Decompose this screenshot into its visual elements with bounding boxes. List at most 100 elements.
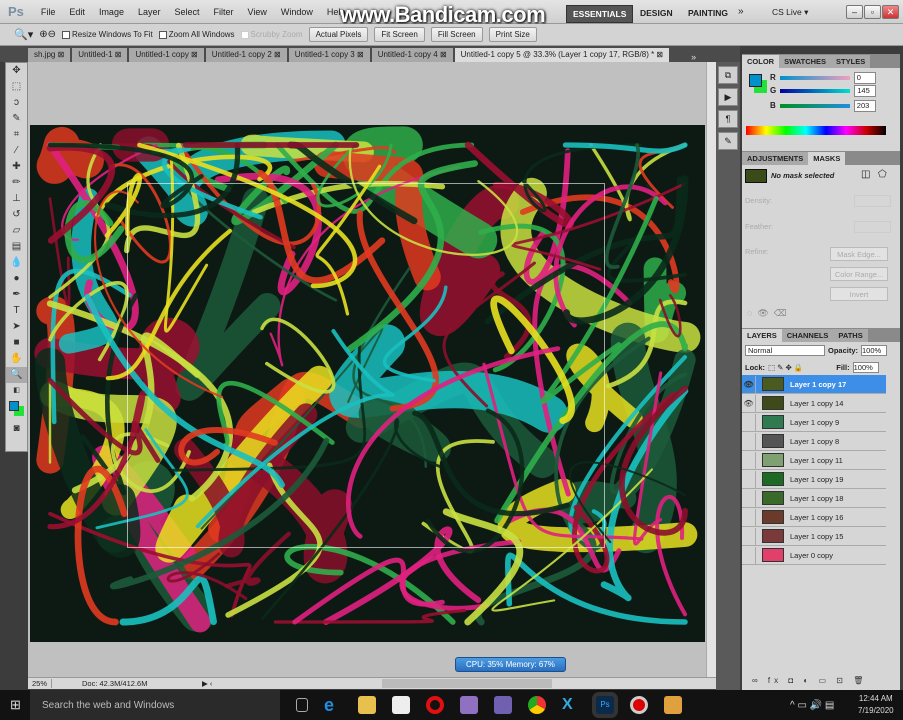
bandicam-icon[interactable] <box>630 696 648 714</box>
zoom-in-icon[interactable]: ⊕⊖ <box>39 29 56 40</box>
blue-slider[interactable]: B 203 <box>742 98 900 113</box>
stamp-tool-icon[interactable]: ⊥ <box>6 191 27 207</box>
lasso-tool-icon[interactable]: ↄ <box>6 95 27 111</box>
mask-footer-icons[interactable]: ◌ 👁 ⌫ <box>747 308 787 319</box>
workspace-design[interactable]: DESIGN <box>634 5 679 21</box>
app-icon-1[interactable] <box>460 696 478 714</box>
minimize-button[interactable]: – <box>846 5 863 19</box>
layer-row[interactable]: 👁 Layer 1 copy 14 <box>742 394 886 413</box>
layer-row[interactable]: Layer 1 copy 16 <box>742 508 886 527</box>
eye-icon[interactable]: 👁 <box>742 394 756 412</box>
taskbar-search[interactable]: Search the web and Windows <box>30 690 280 720</box>
visibility-toggle[interactable] <box>742 470 756 488</box>
menu-view[interactable]: View <box>240 7 273 17</box>
layer-row[interactable]: Layer 1 copy 18 <box>742 489 886 508</box>
marquee-tool-icon[interactable]: ⬚ <box>6 79 27 95</box>
zoom-all-checkbox[interactable]: Zoom All Windows <box>158 30 235 39</box>
gradient-tool-icon[interactable]: ▤ <box>6 239 27 255</box>
brush-tool-icon[interactable]: ✏ <box>6 175 27 191</box>
menu-layer[interactable]: Layer <box>131 7 168 17</box>
visibility-toggle[interactable] <box>742 527 756 545</box>
tab-paths[interactable]: PATHS <box>833 329 868 342</box>
visibility-toggle[interactable] <box>742 489 756 507</box>
foreground-color-swatch[interactable] <box>749 74 762 87</box>
quick-select-tool-icon[interactable]: ✎ <box>6 111 27 127</box>
workspace-painting[interactable]: PAINTING <box>682 5 734 21</box>
pixel-mask-icon[interactable]: ◫ <box>861 169 870 180</box>
layer-row[interactable]: Layer 1 copy 9 <box>742 413 886 432</box>
b-value[interactable]: 203 <box>853 99 876 112</box>
color-swatches-icon[interactable] <box>6 399 27 421</box>
color-spectrum[interactable] <box>746 126 886 135</box>
tab-untitled-1-copy-4[interactable]: Untitled-1 copy 4 ⊠ <box>371 48 453 62</box>
layer-row[interactable]: Layer 1 copy 15 <box>742 527 886 546</box>
task-view-icon[interactable] <box>296 698 308 712</box>
shape-tool-icon[interactable]: ■ <box>6 335 27 351</box>
tab-untitled-1[interactable]: Untitled-1 ⊠ <box>72 48 128 62</box>
tab-sh-jpg[interactable]: sh.jpg ⊠ <box>28 48 71 62</box>
default-colors-icon[interactable]: ◧ <box>6 383 27 399</box>
tab-channels[interactable]: CHANNELS <box>781 329 834 342</box>
store-icon[interactable] <box>392 696 410 714</box>
mask-edge-button[interactable]: Mask Edge... <box>830 247 888 261</box>
menu-file[interactable]: File <box>34 7 63 17</box>
actions-panel-icon[interactable]: ▶ <box>718 88 738 106</box>
tab-styles[interactable]: STYLES <box>831 55 871 68</box>
feather-field[interactable] <box>854 221 891 233</box>
brush-panel-icon[interactable]: ¶ <box>718 110 738 128</box>
blend-mode-select[interactable]: Normal <box>745 345 825 356</box>
dodge-tool-icon[interactable]: ● <box>6 271 27 287</box>
clock[interactable]: 12:44 AM 7/19/2020 <box>858 693 894 717</box>
layer-row[interactable]: 👁 Layer 1 copy 17 <box>742 375 886 394</box>
opera-icon[interactable] <box>426 696 444 714</box>
xampp-icon[interactable]: X <box>562 696 580 714</box>
restore-button[interactable]: ▫ <box>864 5 881 19</box>
file-explorer-icon[interactable] <box>358 696 376 714</box>
tab-untitled-1-copy[interactable]: Untitled-1 copy ⊠ <box>129 48 204 62</box>
menu-window[interactable]: Window <box>274 7 320 17</box>
visibility-toggle[interactable] <box>742 546 756 564</box>
blur-tool-icon[interactable]: 💧 <box>6 255 27 271</box>
vertical-scrollbar[interactable] <box>706 62 716 677</box>
tab-adjustments[interactable]: ADJUSTMENTS <box>742 152 809 165</box>
resize-windows-checkbox[interactable]: Resize Windows To Fit <box>61 30 153 39</box>
pen-tool-icon[interactable]: ✒ <box>6 287 27 303</box>
visibility-toggle[interactable] <box>742 508 756 526</box>
layer-row[interactable]: Layer 1 copy 19 <box>742 470 886 489</box>
tab-untitled-1-copy-2[interactable]: Untitled-1 copy 2 ⊠ <box>205 48 287 62</box>
invert-button[interactable]: Invert <box>830 287 888 301</box>
chrome-icon[interactable] <box>528 696 546 714</box>
zoom-tool-icon[interactable]: 🔍▾ <box>14 28 33 41</box>
print-size-button[interactable]: Print Size <box>488 27 537 42</box>
scrubby-zoom-checkbox[interactable]: Scrubby Zoom <box>240 30 303 39</box>
photoshop-taskbar-icon[interactable]: Ps <box>592 692 618 718</box>
fit-screen-button[interactable]: Fit Screen <box>374 27 425 42</box>
menu-edit[interactable]: Edit <box>62 7 92 17</box>
quick-mask-icon[interactable]: ◙ <box>6 421 27 437</box>
zoom-level[interactable]: 25% <box>28 679 52 688</box>
edge-icon[interactable]: e <box>324 696 342 714</box>
app-icon-2[interactable] <box>494 696 512 714</box>
fill-screen-button[interactable]: Fill Screen <box>430 27 483 42</box>
system-tray-icons[interactable]: ^ ▭ 🔊 ▤ <box>790 700 834 711</box>
g-value[interactable]: 145 <box>854 84 877 97</box>
eye-icon[interactable]: 👁 <box>742 375 756 393</box>
menu-filter[interactable]: Filter <box>206 7 240 17</box>
opacity-field[interactable]: 100% <box>861 345 888 356</box>
tab-swatches[interactable]: SWATCHES <box>779 55 832 68</box>
move-tool-icon[interactable]: ✥ <box>6 63 27 79</box>
tabs-overflow[interactable]: » <box>691 52 696 62</box>
eraser-tool-icon[interactable]: ▱ <box>6 223 27 239</box>
cs-live-button[interactable]: CS Live ▾ <box>772 7 808 18</box>
visibility-toggle[interactable] <box>742 432 756 450</box>
path-select-icon[interactable]: ➤ <box>6 319 27 335</box>
tool-presets-icon[interactable]: ✎ <box>718 132 738 150</box>
workspace-more[interactable]: » <box>738 6 744 17</box>
hand-tool-icon[interactable]: ✋ <box>6 351 27 367</box>
menu-select[interactable]: Select <box>167 7 206 17</box>
layer-row[interactable]: Layer 1 copy 11 <box>742 451 886 470</box>
workspace-essentials[interactable]: ESSENTIALS <box>566 5 634 23</box>
history-panel-icon[interactable]: ⧉ <box>718 66 738 84</box>
actual-pixels-button[interactable]: Actual Pixels <box>308 27 369 42</box>
crop-tool-icon[interactable]: ⌗ <box>6 127 27 143</box>
